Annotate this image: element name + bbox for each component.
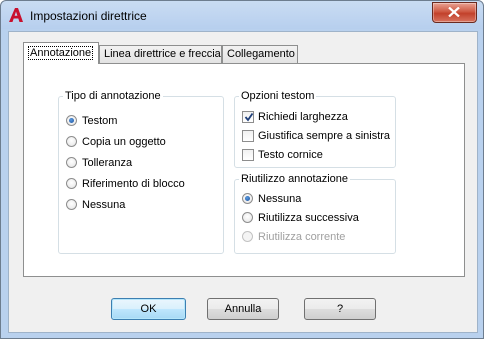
close-button[interactable] [432,2,477,23]
option-label: Nessuna [82,199,126,211]
checkbox[interactable] [242,111,254,123]
option-label: Copia un oggetto [82,136,166,148]
mtext-options-group: Opzioni testom Richiedi larghezza Giusti… [234,90,396,168]
tab-label: Collegamento [227,48,295,60]
option-label: Riferimento di blocco [82,178,185,190]
radio-button[interactable] [66,178,77,189]
window-title: Impostazioni direttrice [30,9,147,23]
cancel-button[interactable]: Annulla [207,298,279,320]
radio-button[interactable] [66,199,77,210]
radio-button[interactable] [242,193,253,204]
checkbox[interactable] [242,130,254,142]
dialog-window: Impostazioni direttrice Annotazione Line… [0,0,484,339]
annotation-type-group: Tipo di annotazione Testom Copia un ogge… [58,90,224,254]
tab-linea-direttrice[interactable]: Linea direttrice e freccia [99,45,222,63]
option-label: Richiedi larghezza [258,111,348,123]
tab-panel-annotazione: Tipo di annotazione Testom Copia un ogge… [23,63,465,277]
radio-button[interactable] [66,157,77,168]
radio-button [242,231,253,242]
group-legend: Riutilizzo annotazione [239,173,351,186]
radio-button[interactable] [242,212,253,223]
radio-button[interactable] [66,115,77,126]
title-bar[interactable]: Impostazioni direttrice [1,1,483,29]
dialog-client-area: Annotazione Linea direttrice e freccia C… [8,31,478,333]
autocad-logo-icon [8,7,24,23]
tab-label: Annotazione [28,46,94,60]
option-label: Tolleranza [82,157,133,169]
tab-annotazione[interactable]: Annotazione [23,42,99,64]
help-button[interactable]: ? [304,298,376,320]
option-label: Testo cornice [258,149,323,161]
close-icon [448,7,460,17]
option-label: Riutilizza successiva [258,212,359,224]
option-label: Riutilizza corrente [258,231,346,243]
radio-button[interactable] [66,136,77,147]
checkmark-icon [244,112,254,122]
option-label: Testom [82,115,118,127]
option-label: Nessuna [258,193,302,205]
option-label: Giustifica sempre a sinistra [258,130,391,142]
tab-label: Linea direttrice e freccia [104,48,221,60]
group-legend: Opzioni testom [239,90,317,103]
group-legend: Tipo di annotazione [63,90,163,103]
checkbox[interactable] [242,149,254,161]
ok-button[interactable]: OK [111,298,186,320]
tab-collegamento[interactable]: Collegamento [222,45,298,63]
annotation-reuse-group: Riutilizzo annotazione Nessuna Riutilizz… [234,173,396,254]
